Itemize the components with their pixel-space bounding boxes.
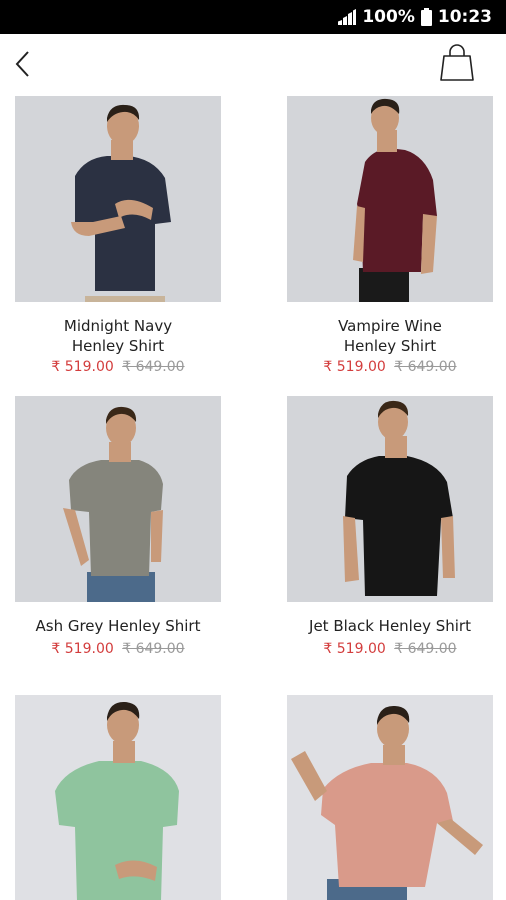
product-name-line: Midnight Navy — [63, 317, 173, 335]
product-name[interactable]: Vampire Wine Henley Shirt — [287, 316, 493, 356]
product-image[interactable] — [15, 96, 221, 302]
original-price: ₹ 649.00 — [394, 359, 457, 375]
sale-price: ₹ 519.00 — [51, 359, 114, 375]
product-price-row: ₹ 519.00 ₹ 649.00 — [287, 359, 493, 375]
sale-price: ₹ 519.00 — [323, 641, 386, 657]
product-card[interactable] — [15, 695, 221, 900]
product-card[interactable] — [287, 695, 493, 900]
product-image[interactable] — [287, 396, 493, 602]
sale-price: ₹ 519.00 — [323, 359, 386, 375]
product-name[interactable]: Jet Black Henley Shirt — [287, 616, 493, 636]
product-name-line: Ash Grey Henley Shirt — [35, 617, 201, 635]
product-image[interactable] — [287, 695, 493, 900]
product-name-line: Henley Shirt — [71, 337, 165, 355]
product-card[interactable]: Jet Black Henley Shirt ₹ 519.00 ₹ 649.00 — [287, 396, 493, 657]
product-name-line: Vampire Wine — [338, 317, 442, 335]
product-card[interactable]: Ash Grey Henley Shirt ₹ 519.00 ₹ 649.00 — [15, 396, 221, 657]
original-price: ₹ 649.00 — [394, 641, 457, 657]
product-grid: Midnight Navy Henley Shirt ₹ 519.00 ₹ 64… — [0, 0, 506, 900]
product-name[interactable]: Ash Grey Henley Shirt — [15, 616, 221, 636]
product-name[interactable]: Midnight Navy Henley Shirt — [15, 316, 221, 356]
product-name-line: Henley Shirt — [343, 337, 437, 355]
product-image[interactable] — [15, 695, 221, 900]
product-price-row: ₹ 519.00 ₹ 649.00 — [15, 359, 221, 375]
product-card[interactable]: Vampire Wine Henley Shirt ₹ 519.00 ₹ 649… — [287, 96, 493, 375]
product-name-line: Jet Black Henley Shirt — [309, 617, 471, 635]
product-price-row: ₹ 519.00 ₹ 649.00 — [15, 641, 221, 657]
sale-price: ₹ 519.00 — [51, 641, 114, 657]
product-image[interactable] — [287, 96, 493, 302]
product-card[interactable]: Midnight Navy Henley Shirt ₹ 519.00 ₹ 64… — [15, 96, 221, 375]
product-price-row: ₹ 519.00 ₹ 649.00 — [287, 641, 493, 657]
original-price: ₹ 649.00 — [122, 359, 185, 375]
product-image[interactable] — [15, 396, 221, 602]
original-price: ₹ 649.00 — [122, 641, 185, 657]
